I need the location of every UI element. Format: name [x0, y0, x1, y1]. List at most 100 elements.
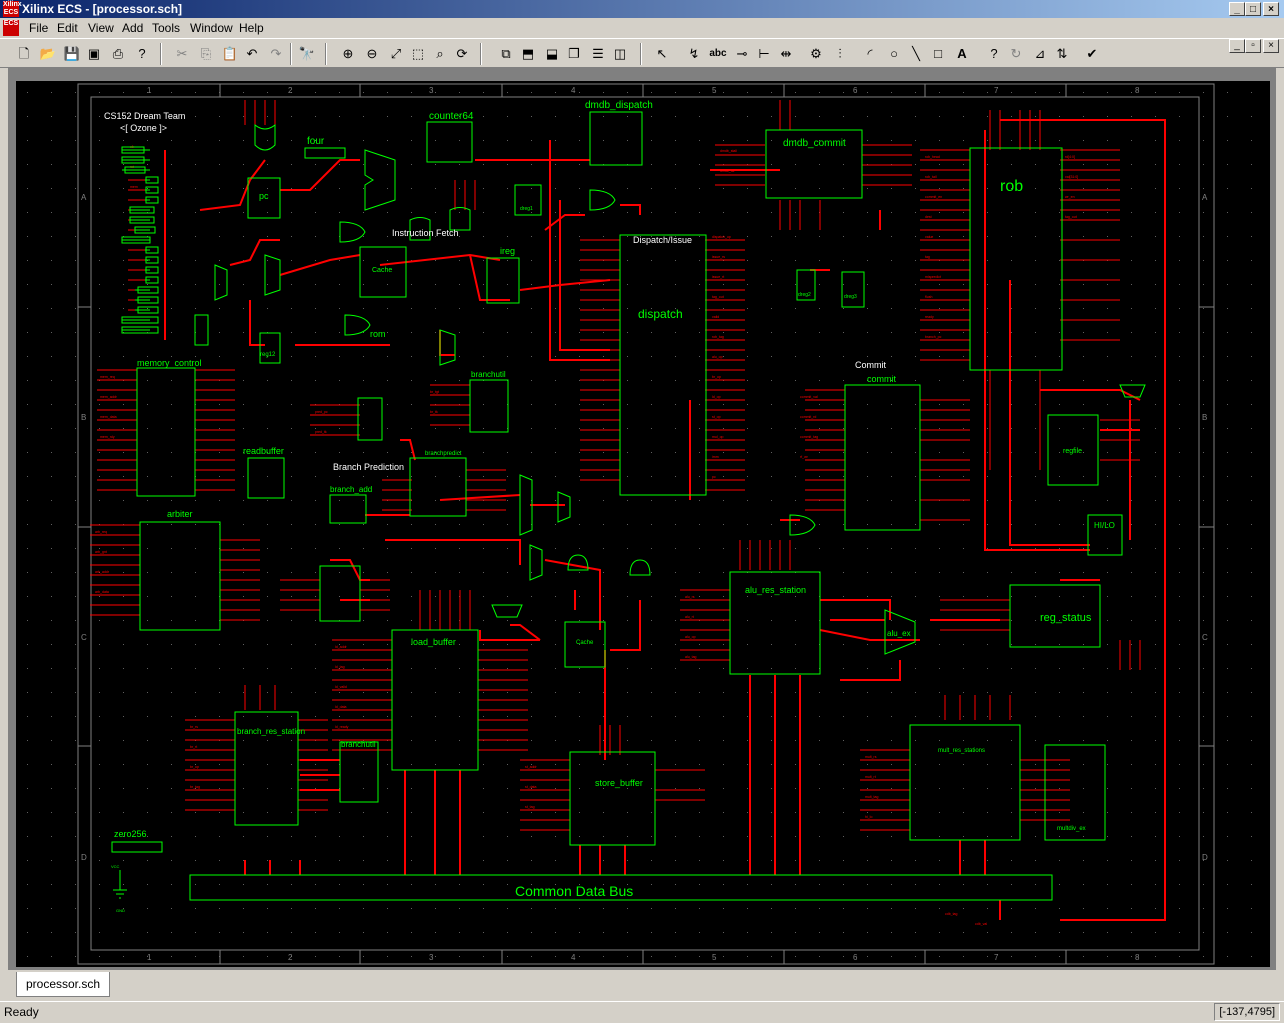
add-text-icon[interactable]: abc — [708, 44, 728, 64]
maximize-button[interactable]: □ — [1245, 2, 1261, 16]
zoom-area-icon[interactable]: ⬚ — [408, 44, 428, 64]
frame-row-b: B — [81, 413, 86, 422]
svg-text:arb_data: arb_data — [95, 590, 109, 594]
svg-text:st_tag: st_tag — [525, 805, 535, 809]
print-icon[interactable]: ⎙ — [108, 44, 128, 64]
tile-vertical-icon[interactable]: ◫ — [610, 44, 630, 64]
draw-circle-icon[interactable]: ○ — [884, 44, 904, 64]
menu-window[interactable]: Window — [190, 21, 233, 35]
svg-text:mem_rdy: mem_rdy — [100, 435, 115, 439]
mult-ex-label: multdiv_ex — [1057, 826, 1086, 832]
menu-help[interactable]: Help — [239, 21, 264, 35]
svg-text:value: value — [925, 235, 933, 239]
svg-text:mem_addr: mem_addr — [100, 395, 118, 399]
frame-col-5: 5 — [712, 86, 717, 95]
pop-icon[interactable]: ⬓ — [542, 44, 562, 64]
menu-view[interactable]: View — [88, 21, 114, 35]
select-arrow-icon[interactable]: ↖ — [652, 44, 672, 64]
memory-control-label: memory_control — [137, 358, 202, 368]
draw-rectangle-icon[interactable]: □ — [928, 44, 948, 64]
svg-text:tag_out: tag_out — [1065, 215, 1077, 219]
add-bus-tap-icon[interactable]: ⇹ — [776, 44, 796, 64]
ozone-heading: <[ Ozone ]> — [120, 123, 167, 133]
save-icon[interactable]: 💾 — [62, 44, 82, 64]
document-icon[interactable]: ECS — [3, 20, 19, 36]
svg-text:imm: imm — [712, 455, 719, 459]
zoom-in-icon[interactable]: ⊕ — [338, 44, 358, 64]
app-icon: Xilinx ECS — [3, 1, 22, 17]
svg-text:commit_tag: commit_tag — [800, 435, 818, 439]
svg-text:mispredict: mispredict — [925, 275, 941, 279]
save-all-icon[interactable]: ▣ — [84, 44, 104, 64]
tab-processor-sch[interactable]: processor.sch — [16, 972, 110, 997]
rotate-icon[interactable]: ↻ — [1006, 44, 1026, 64]
svg-text:wr_en: wr_en — [1065, 195, 1075, 199]
svg-text:ld_op: ld_op — [712, 395, 721, 399]
menu-edit[interactable]: Edit — [57, 21, 78, 35]
status-bar: Ready [-137,4795] — [0, 1001, 1284, 1023]
commit-heading: Commit — [855, 360, 886, 370]
sheet-tab-bar: processor.sch — [0, 970, 1284, 1000]
frame-col-1-bottom: 1 — [147, 953, 152, 962]
add-instance-name-icon[interactable]: ⫶ — [830, 44, 850, 64]
paste-icon[interactable]: 📋 — [220, 44, 240, 64]
minimize-button[interactable]: _ — [1229, 2, 1245, 16]
fetch-heading: Instruction Fetch — [392, 228, 459, 238]
draw-text-icon[interactable]: A — [952, 44, 972, 64]
menu-file[interactable]: File — [29, 21, 48, 35]
zoom-out-icon[interactable]: ⊖ — [362, 44, 382, 64]
zoom-to-selected-icon[interactable]: ⌕ — [430, 44, 450, 64]
svg-text:alu_tag: alu_tag — [685, 655, 697, 659]
help-pointer-icon[interactable]: ? — [132, 44, 152, 64]
pc-label: pc — [259, 191, 269, 201]
mirror-icon[interactable]: ⊿ — [1030, 44, 1050, 64]
svg-text:tag_out: tag_out — [712, 295, 724, 299]
add-net-name-icon[interactable]: ⊸ — [732, 44, 752, 64]
add-wire-icon[interactable]: ↯ — [684, 44, 704, 64]
svg-text:commit_en: commit_en — [925, 195, 942, 199]
schematic-canvas[interactable]: 1 2 3 4 5 6 7 8 1 2 3 4 5 6 7 8 A B C D … — [16, 81, 1270, 967]
push-into-icon[interactable]: ⬒ — [518, 44, 538, 64]
add-symbol-icon[interactable]: ⚙ — [806, 44, 826, 64]
frame-row-c-right: C — [1202, 633, 1208, 642]
close-button[interactable]: × — [1263, 2, 1279, 16]
menu-add[interactable]: Add — [122, 21, 143, 35]
draw-arc-icon[interactable]: ◜ — [860, 44, 880, 64]
svg-text:ready: ready — [925, 315, 934, 319]
svg-text:tag: tag — [925, 255, 930, 259]
frame-col-8-bottom: 8 — [1135, 953, 1140, 962]
toolbar: 🗋 📂 💾 ▣ ⎙ ? ✂ ⎘ 📋 ↶ ↷ 🔭 ⊕ ⊖ ⤢ ⬚ ⌕ ⟳ ⧉ ⬒ … — [0, 38, 1284, 68]
draw-line-icon[interactable]: ╲ — [906, 44, 926, 64]
toolbar-separator — [480, 43, 482, 65]
copy-icon[interactable]: ⎘ — [196, 44, 216, 64]
find-icon[interactable]: 🔭 — [297, 44, 317, 64]
svg-text:issue_rt: issue_rt — [712, 275, 724, 279]
cascade-icon[interactable]: ❐ — [564, 44, 584, 64]
four-label: four — [307, 136, 325, 147]
check-schematic-icon[interactable]: ✔ — [1082, 44, 1102, 64]
hierarchy-icon[interactable]: ⧉ — [496, 44, 516, 64]
new-icon[interactable]: 🗋 — [14, 44, 34, 64]
frame-row-d-right: D — [1202, 853, 1208, 862]
refresh-icon[interactable]: ⟳ — [452, 44, 472, 64]
add-io-marker-icon[interactable]: ⊢ — [754, 44, 774, 64]
team-heading: CS152 Dream Team — [104, 111, 185, 121]
svg-text:commit_val: commit_val — [800, 395, 818, 399]
svg-text:pred_pc: pred_pc — [315, 410, 328, 414]
menu-tools[interactable]: Tools — [152, 21, 180, 35]
svg-text:rob_tag: rob_tag — [712, 335, 724, 339]
help-icon[interactable]: ? — [984, 44, 1004, 64]
flip-icon[interactable]: ⇅ — [1052, 44, 1072, 64]
undo-icon[interactable]: ↶ — [242, 44, 262, 64]
frame-col-3-bottom: 3 — [429, 953, 434, 962]
cut-icon[interactable]: ✂ — [172, 44, 192, 64]
frame-col-3: 3 — [429, 86, 434, 95]
branch-prediction-heading: Branch Prediction — [333, 462, 404, 472]
tile-horizontal-icon[interactable]: ☰ — [588, 44, 608, 64]
zoom-full-icon[interactable]: ⤢ — [386, 44, 406, 64]
open-icon[interactable]: 📂 — [38, 44, 58, 64]
toolbar-separator — [290, 43, 292, 65]
title-bar: Xilinx ECS Xilinx ECS - [processor.sch] … — [0, 0, 1284, 18]
redo-icon[interactable]: ↷ — [266, 44, 286, 64]
svg-text:mem_data: mem_data — [100, 415, 117, 419]
